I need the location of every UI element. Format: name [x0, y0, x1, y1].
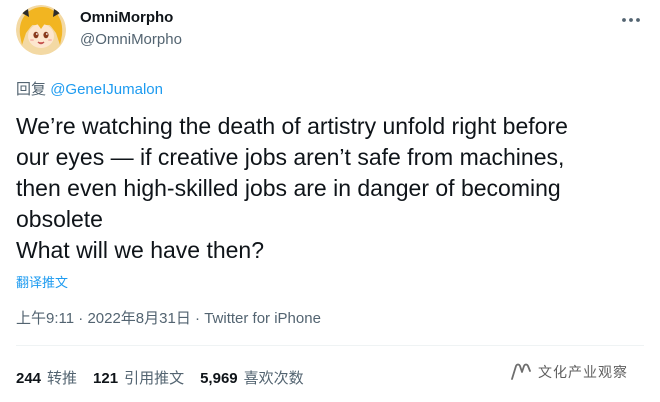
quote-label: 引用推文: [124, 370, 185, 387]
engagement-stats: 244 转推 121 引用推文 5,969 喜欢次数: [16, 367, 304, 388]
retweets-stat[interactable]: 244 转推: [16, 367, 77, 388]
quote-count: 121: [93, 370, 119, 387]
avatar[interactable]: [16, 5, 66, 55]
tweet-source-link[interactable]: Twitter for iPhone: [204, 310, 321, 327]
quote-tweets-stat[interactable]: 121 引用推文: [93, 367, 184, 388]
translate-tweet-link[interactable]: 翻译推文: [16, 272, 68, 291]
replying-to: 回复 @GeneIJumalon: [16, 78, 163, 99]
tweet-card: OmniMorpho @OmniMorpho 回复 @GeneIJumalon …: [0, 0, 660, 402]
tweet-text-line: We’re watching the death of artistry unf…: [16, 113, 568, 139]
wechat-channel-icon: [511, 363, 531, 380]
divider: [16, 345, 644, 346]
like-label: 喜欢次数: [243, 370, 304, 387]
reply-mention-link[interactable]: @GeneIJumalon: [50, 81, 163, 98]
watermark: 文化产业观察: [510, 362, 628, 382]
user-handle[interactable]: @OmniMorpho: [80, 31, 182, 48]
meta-separator: ·: [190, 310, 205, 327]
like-count: 5,969: [200, 370, 238, 387]
anime-girl-avatar-icon: [16, 5, 66, 55]
display-name[interactable]: OmniMorpho: [80, 9, 173, 26]
tweet-text: We’re watching the death of artistry unf…: [16, 111, 641, 266]
tweet-text-line: obsolete: [16, 206, 103, 232]
tweet-text-line: then even high-skilled jobs are in dange…: [16, 175, 561, 201]
tweet-text-line: our eyes — if creative jobs aren’t safe …: [16, 144, 565, 170]
tweet-meta: 上午9:11 · 2022年8月31日 · Twitter for iPhone: [16, 307, 321, 328]
likes-stat[interactable]: 5,969 喜欢次数: [200, 367, 304, 388]
retweet-label: 转推: [47, 370, 78, 387]
retweet-count: 244: [16, 370, 42, 387]
meta-separator: ·: [74, 310, 88, 327]
more-options-icon: [622, 18, 640, 22]
tweet-time[interactable]: 上午9:11: [16, 310, 74, 327]
tweet-text-line: What will we have then?: [16, 237, 265, 263]
reply-prefix: 回复: [16, 81, 47, 98]
watermark-text: 文化产业观察: [538, 364, 628, 380]
more-options-button[interactable]: [614, 10, 648, 30]
tweet-date[interactable]: 2022年8月31日: [87, 310, 190, 327]
